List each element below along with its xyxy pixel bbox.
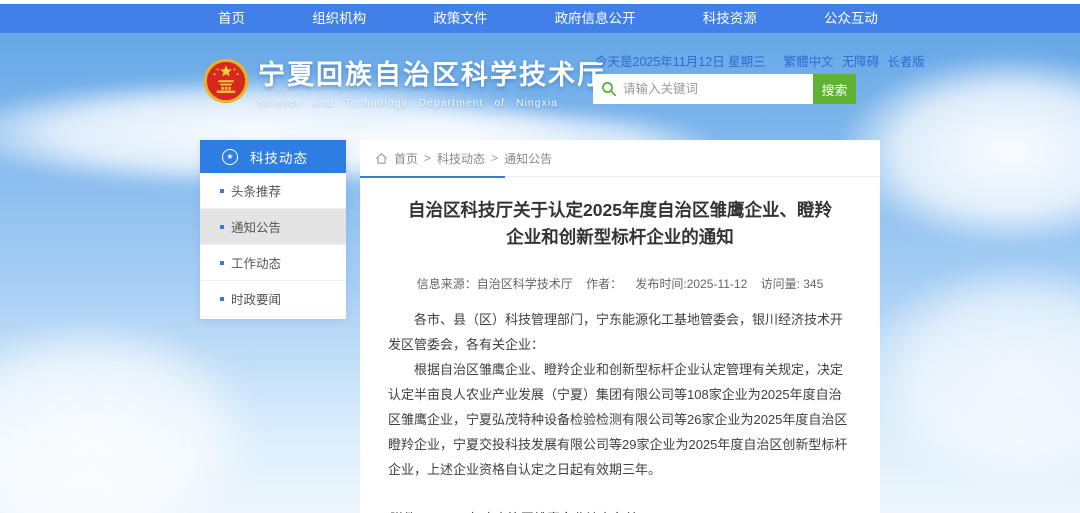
national-emblem-logo [203,58,249,104]
link-traditional-chinese[interactable]: 繁體中文 [784,51,834,70]
search-input[interactable] [593,74,813,104]
header-utility-bar: 今天是2025年11月12日 星期三 繁體中文 无障碍 长者版 [595,51,880,70]
article-meta: 信息来源：自治区科学技术厅 作者： 发布时间:2025-11-12 访问量: 3… [360,275,880,292]
sidebar-item-label: 时政要闻 [231,289,281,308]
breadcrumb-separator: > [491,151,498,165]
attachments-label: 附件： [390,508,429,513]
attachment-link-eagle-list[interactable]: 1.2025年度自治区雏鹰企业认定名单 [429,508,677,513]
site-subtitle: Science and Technology Department of Nin… [258,97,606,109]
link-senior-version[interactable]: 长者版 [887,51,925,70]
sidebar-item-label: 工作动态 [231,253,281,272]
nav-list: 首页 组织机构 政策文件 政府信息公开 科技资源 公众互动 [208,4,888,33]
sidebar-item-headline-recommend[interactable]: 头条推荐 [200,173,346,209]
search-button[interactable]: 搜索 [813,74,856,104]
cloud-decoration [860,260,1080,490]
bullet-dot-icon [220,261,224,265]
main-content-panel: 首页 > 科技动态 > 通知公告 自治区科技厅关于认定2025年度自治区雏鹰企业… [360,140,880,513]
article-view-count: 访问量: 345 [761,277,824,291]
breadcrumb: 首页 > 科技动态 > 通知公告 [360,140,880,177]
article-title: 自治区科技厅关于认定2025年度自治区雏鹰企业、瞪羚企业和创新型标杆企业的通知 [402,197,838,251]
sidebar-item-notices[interactable]: 通知公告 [200,209,346,245]
article-author-label: 作者： [586,277,622,291]
nav-item-home[interactable]: 首页 [208,4,255,33]
article-paragraph: 根据自治区雏鹰企业、瞪羚企业和创新型标杆企业认定管理有关规定，决定认定半亩良人农… [388,357,852,482]
link-accessibility[interactable]: 无障碍 [842,51,880,70]
bullet-dot-icon [220,297,224,301]
sidebar-item-work-updates[interactable]: 工作动态 [200,245,346,281]
sidebar-item-label: 头条推荐 [231,181,281,200]
breadcrumb-active-underline [360,176,505,178]
nav-item-organization[interactable]: 组织机构 [302,4,376,33]
sidebar-header: ★ 科技动态 [200,140,346,173]
nav-item-public-interaction[interactable]: 公众互动 [814,4,888,33]
search-input-wrap [593,74,813,104]
nav-item-policy-documents[interactable]: 政策文件 [423,4,497,33]
sidebar-item-label: 通知公告 [231,217,281,236]
article-body: 各市、县（区）科技管理部门，宁东能源化工基地管委会，银川经济技术开发区管委会，各… [360,307,880,482]
page: 首页 组织机构 政策文件 政府信息公开 科技资源 公众互动 宁夏回族自治区科学技… [0,0,1080,513]
current-date-text: 今天是2025年11月12日 星期三 [595,51,766,70]
sidebar-list: 头条推荐 通知公告 工作动态 时政要闻 [200,173,346,317]
article-publish-date: 发布时间:2025-11-12 [635,277,747,291]
site-title: 宁夏回族自治区科学技术厅 [258,58,606,92]
sidebar-title: 科技动态 [250,147,308,167]
search-bar: 搜索 [593,74,856,104]
search-icon [601,81,617,97]
home-icon [375,152,388,165]
article-paragraph: 各市、县（区）科技管理部门，宁东能源化工基地管委会，银川经济技术开发区管委会，各… [388,307,852,357]
top-navbar: 首页 组织机构 政策文件 政府信息公开 科技资源 公众互动 [0,4,1080,33]
site-brand: 宁夏回族自治区科学技术厅 Science and Technology Depa… [203,58,606,109]
nav-item-sci-tech-resources[interactable]: 科技资源 [693,4,767,33]
breadcrumb-current-page: 通知公告 [504,150,552,167]
bullet-dot-icon [220,189,224,193]
nav-item-gov-info-disclosure[interactable]: 政府信息公开 [545,4,646,33]
sidebar-item-current-affairs[interactable]: 时政要闻 [200,281,346,317]
cloud-decoration [0,320,260,513]
breadcrumb-home[interactable]: 首页 [394,150,418,167]
brand-text: 宁夏回族自治区科学技术厅 Science and Technology Depa… [258,58,606,109]
breadcrumb-sci-tech-news[interactable]: 科技动态 [437,150,485,167]
bullet-dot-icon [220,225,224,229]
article-source: 信息来源：自治区科学技术厅 [417,277,573,291]
breadcrumb-separator: > [424,151,431,165]
sidebar: ★ 科技动态 头条推荐 通知公告 工作动态 时政要闻 [200,140,346,319]
star-circle-icon: ★ [222,149,238,165]
attachments-section: 附件： 1.2025年度自治区雏鹰企业认定名单 2.2025年度自治区瞪羚企业认… [360,508,880,513]
attachments-list: 1.2025年度自治区雏鹰企业认定名单 2.2025年度自治区瞪羚企业认定名单 … [429,508,677,513]
